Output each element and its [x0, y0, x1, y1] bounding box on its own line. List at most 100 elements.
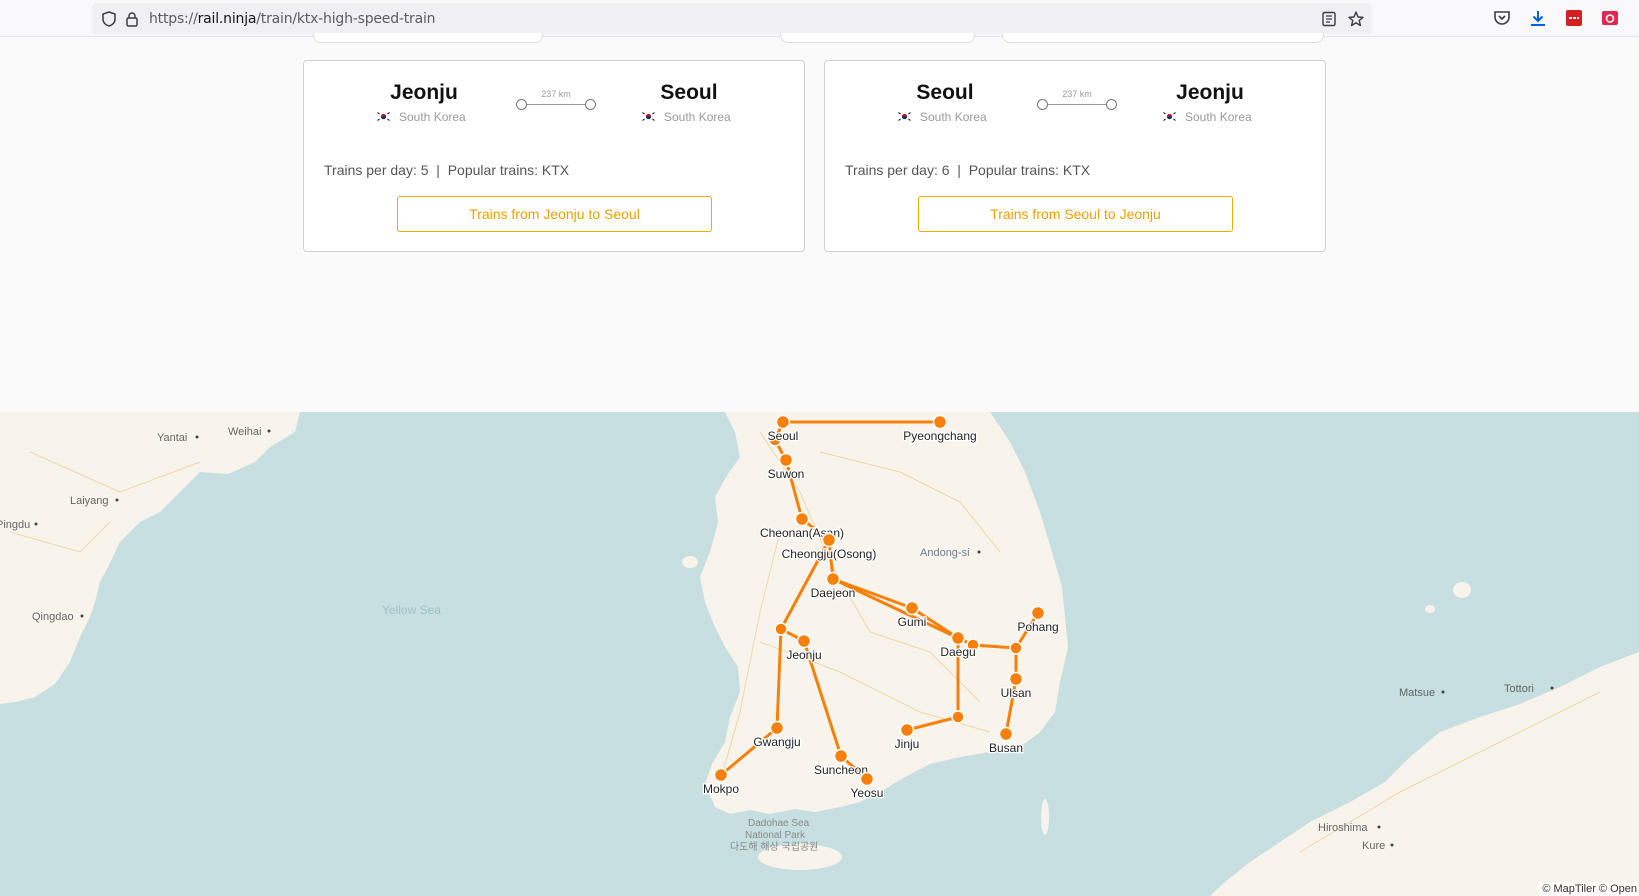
destination-country: South Korea — [1162, 110, 1252, 124]
station-label: Daegu — [940, 645, 975, 659]
park-label: National Park — [745, 830, 806, 841]
trains-from-seoul-to-jeonju-button[interactable]: Trains from Seoul to Jeonju — [918, 196, 1233, 232]
station-marker-jeonju[interactable] — [796, 633, 812, 649]
route-end-dot — [1106, 99, 1117, 110]
route-end-dot — [585, 99, 596, 110]
station-label: Pohang — [1017, 620, 1058, 634]
place-label-matsue: Matsue — [1399, 687, 1435, 699]
station-marker-suwon[interactable] — [778, 452, 794, 468]
station-label: Yeosu — [851, 786, 884, 800]
route-stats: Trains per day: 5 | Popular trains: KTX — [324, 162, 570, 178]
destination-country-name: South Korea — [664, 110, 731, 124]
station-label: Busan — [989, 741, 1023, 755]
place-label-hiroshima: Hiroshima — [1318, 822, 1368, 834]
route-card-jeonju-seoul: Jeonju South Korea 237 km Seoul South Ko… — [303, 60, 805, 252]
place-label-pingdu: Pingdu — [0, 519, 30, 531]
south-korea-flag-icon — [376, 111, 391, 122]
station-label: Jeonju — [786, 648, 821, 662]
place-label-qingdao: Qingdao — [32, 611, 74, 623]
reader-view-icon[interactable] — [1320, 10, 1338, 28]
url-text[interactable]: https://rail.ninja/train/ktx-high-speed-… — [149, 11, 436, 27]
browser-toolbar: https://rail.ninja/train/ktx-high-speed-… — [0, 0, 1639, 37]
station-marker-yeosu[interactable] — [859, 771, 875, 787]
url-scheme: https:// — [149, 11, 198, 27]
sea-label: Yellow Sea — [382, 603, 441, 617]
station-marker-pohang[interactable] — [1030, 605, 1046, 621]
station-marker-pyeongchang[interactable] — [932, 414, 948, 430]
station-label: Mokpo — [703, 782, 739, 796]
origin-country: South Korea — [897, 110, 987, 124]
bookmark-star-icon[interactable] — [1347, 10, 1365, 28]
place-label-kure: Kure — [1362, 840, 1385, 852]
station-marker-gumi[interactable] — [904, 600, 920, 616]
route-start-dot — [516, 99, 527, 110]
route-line — [522, 104, 590, 105]
station-marker-mokpo[interactable] — [713, 767, 729, 783]
station-marker-daegu[interactable] — [950, 630, 966, 646]
station-label: Cheongju(Osong) — [782, 547, 877, 561]
screenshot-icon[interactable] — [1600, 8, 1620, 28]
previous-card-edge — [780, 33, 975, 43]
station-label: Suwon — [768, 467, 805, 481]
previous-card-edge — [313, 33, 543, 43]
station-label: Gwangju — [753, 735, 800, 749]
route-cards-section: Jeonju South Korea 237 km Seoul South Ko… — [0, 33, 1639, 412]
map-attribution[interactable]: © MapTiler © Open — [1538, 882, 1639, 896]
station-marker-suncheon[interactable] — [833, 748, 849, 764]
lock-icon[interactable] — [123, 10, 141, 28]
place-label-andong: Andong-si — [920, 547, 970, 559]
rail-network-map[interactable]: Seoul Pyeongchang Suwon Cheonan(Asan) Cheong… — [0, 412, 1639, 896]
station-marker-jinju[interactable] — [899, 722, 915, 738]
origin-city: Seoul — [916, 81, 974, 104]
place-label-yantai: Yantai — [157, 432, 187, 444]
station-marker-ulsan[interactable] — [1008, 671, 1024, 687]
station-label: Suncheon — [814, 763, 868, 777]
station-marker-cheonan-asan-[interactable] — [794, 511, 810, 527]
park-label: 다도해 해상 국립공원 — [730, 840, 818, 853]
place-label-weihai: Weihai — [228, 426, 261, 438]
route-distance: 237 km — [516, 89, 596, 110]
destination-country: South Korea — [641, 110, 731, 124]
island — [1453, 582, 1471, 598]
station-marker-seoul[interactable] — [775, 414, 791, 430]
map-canvas[interactable]: Seoul PyeongchangSuwonCheonan(Asan)Cheong… — [0, 412, 1639, 896]
station-label: Jinju — [895, 737, 920, 751]
place-label-laiyang: Laiyang — [70, 495, 109, 507]
route-line — [1043, 104, 1111, 105]
place-label-tottori: Tottori — [1504, 683, 1534, 695]
station-marker-busan[interactable] — [998, 726, 1014, 742]
rail-junction-marker[interactable] — [774, 622, 788, 636]
station-label: Ulsan — [1001, 686, 1032, 700]
previous-card-edge — [1002, 33, 1324, 43]
address-bar[interactable]: https://rail.ninja/train/ktx-high-speed-… — [92, 3, 1372, 34]
park-label: Dadohae Sea — [748, 818, 810, 829]
route-stats: Trains per day: 6 | Popular trains: KTX — [845, 162, 1091, 178]
station-label: Pyeongchang — [903, 429, 976, 443]
distance-label: 237 km — [1062, 89, 1092, 99]
south-korea-flag-icon — [641, 111, 656, 122]
origin-country-name: South Korea — [399, 110, 466, 124]
station-label: Gumi — [898, 615, 927, 629]
south-korea-flag-icon — [897, 111, 912, 122]
station-label: Daejeon — [811, 586, 856, 600]
station-label: Seoul — [768, 429, 799, 443]
shield-icon[interactable] — [100, 10, 118, 28]
rail-junction-marker[interactable] — [1009, 641, 1023, 655]
station-marker-daejeon[interactable] — [825, 571, 841, 587]
origin-city: Jeonju — [390, 81, 458, 104]
pocket-icon[interactable] — [1492, 8, 1512, 28]
trains-from-jeonju-to-seoul-button[interactable]: Trains from Jeonju to Seoul — [397, 196, 712, 232]
origin-country: South Korea — [376, 110, 466, 124]
island — [1425, 605, 1435, 613]
destination-country-name: South Korea — [1185, 110, 1252, 124]
route-card-seoul-jeonju: Seoul South Korea 237 km Jeonju South Ko… — [824, 60, 1326, 252]
rail-junction-marker[interactable] — [951, 710, 965, 724]
distance-label: 237 km — [541, 89, 571, 99]
station-marker-cheongju-osong-[interactable] — [821, 532, 837, 548]
station-marker-gwangju[interactable] — [769, 720, 785, 736]
destination-city: Seoul — [660, 81, 718, 104]
extension-icon[interactable] — [1564, 8, 1584, 28]
url-host: rail.ninja — [197, 11, 257, 27]
island — [682, 556, 698, 568]
download-icon[interactable] — [1528, 8, 1548, 28]
